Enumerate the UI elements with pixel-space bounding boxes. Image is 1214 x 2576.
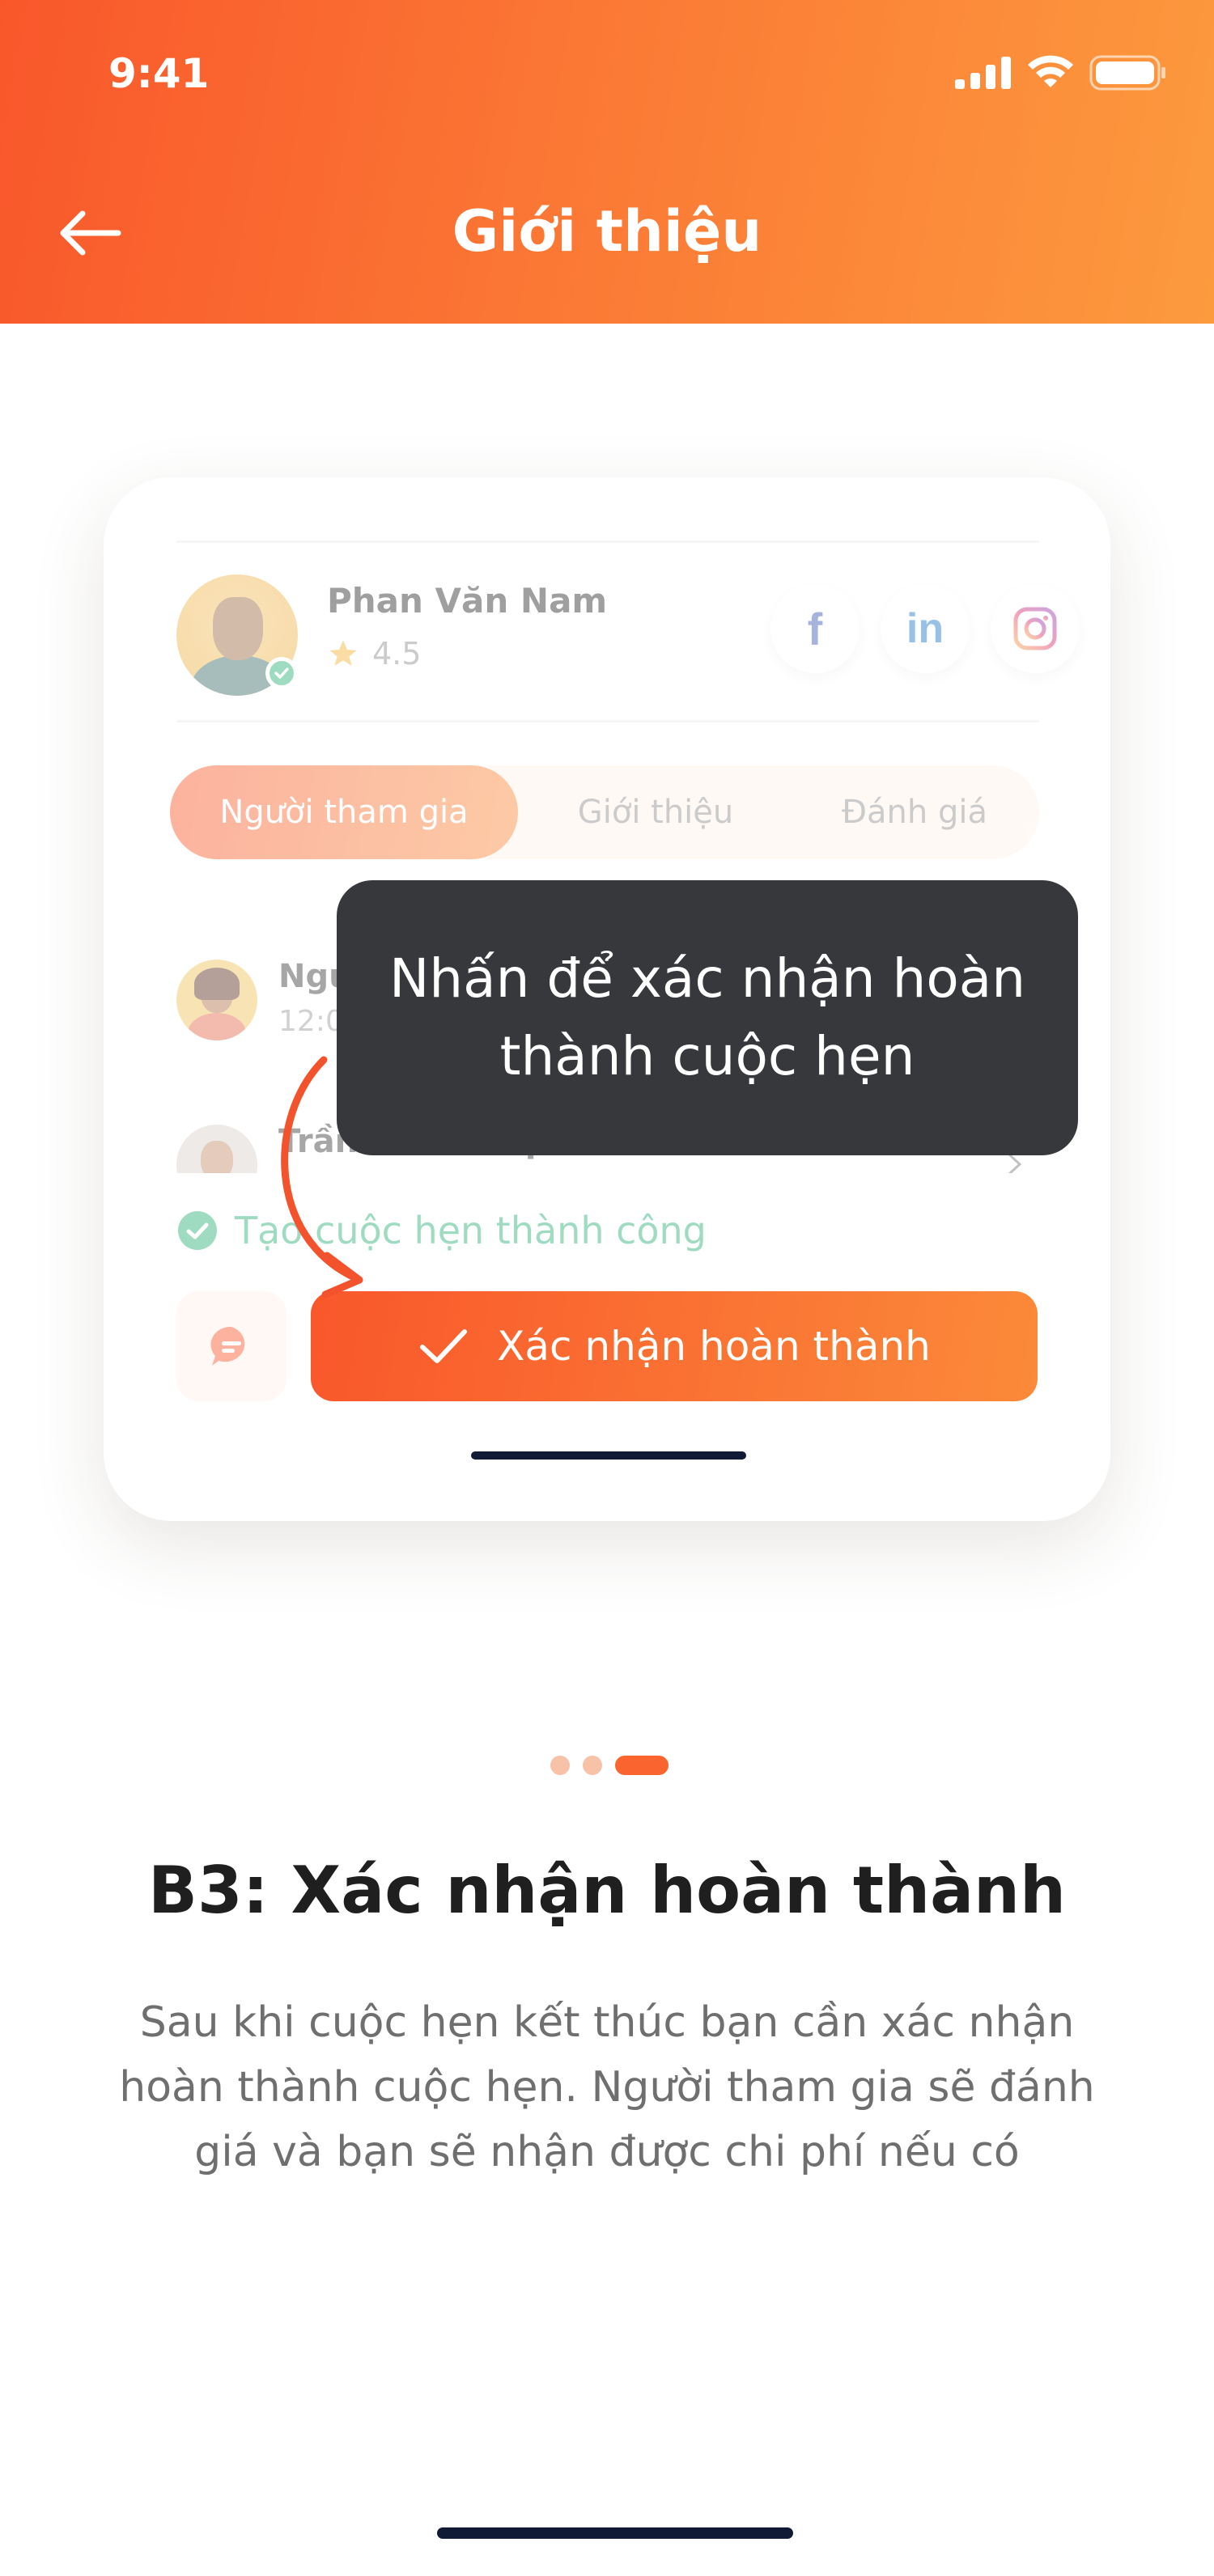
tab-participants[interactable]: Người tham gia — [170, 765, 518, 859]
divider — [176, 720, 1039, 722]
verified-icon — [265, 657, 298, 689]
signal-icon — [955, 57, 1011, 89]
linkedin-icon[interactable]: in — [881, 584, 970, 673]
facebook-icon[interactable]: f — [770, 584, 860, 673]
profile-name: Phan Văn Nam — [327, 581, 608, 621]
instagram-icon[interactable] — [991, 584, 1080, 673]
pointer-arrow-icon — [281, 1056, 363, 1299]
app-header: 9:41 Giới thiệu — [0, 0, 1214, 324]
page-title: Giới thiệu — [452, 198, 762, 265]
confirm-complete-button[interactable]: Xác nhận hoàn thành — [311, 1291, 1038, 1401]
tooltip-text: Nhấn để xác nhận hoàn thành cuộc hẹn — [388, 947, 1026, 1087]
status-time: 9:41 — [108, 50, 210, 97]
card-home-indicator — [471, 1451, 746, 1460]
divider — [176, 540, 1039, 543]
tab-bar: Người tham gia Giới thiệu Đánh giá — [170, 765, 1039, 859]
checkmark-icon — [420, 1329, 468, 1363]
page-indicator — [550, 1756, 669, 1775]
profile-rating: 4.5 — [327, 636, 421, 672]
tab-reviews[interactable]: Đánh giá — [801, 765, 1028, 859]
status-icons — [955, 55, 1167, 91]
home-indicator — [437, 2527, 793, 2539]
chat-icon — [210, 1326, 245, 1366]
tab-intro[interactable]: Giới thiệu — [558, 765, 753, 859]
page-dot-active[interactable] — [615, 1756, 669, 1775]
rating-value: 4.5 — [372, 636, 422, 672]
page-dot[interactable] — [583, 1756, 602, 1775]
wifi-icon — [1028, 55, 1073, 87]
check-circle-icon — [178, 1211, 217, 1250]
battery-icon — [1089, 55, 1165, 91]
cta-label: Xác nhận hoàn thành — [497, 1323, 931, 1370]
star-icon — [329, 640, 357, 666]
avatar — [176, 960, 257, 1040]
coachmark-tooltip: Nhấn để xác nhận hoàn thành cuộc hẹn — [337, 880, 1078, 1155]
step-description: Sau khi cuộc hẹn kết thúc bạn cần xác nh… — [119, 1998, 1095, 2176]
success-message: Tạo cuộc hẹn thành công — [176, 1209, 707, 1252]
page-dot[interactable] — [550, 1756, 570, 1775]
step-title: B3: Xác nhận hoàn thành — [148, 1853, 1066, 1928]
